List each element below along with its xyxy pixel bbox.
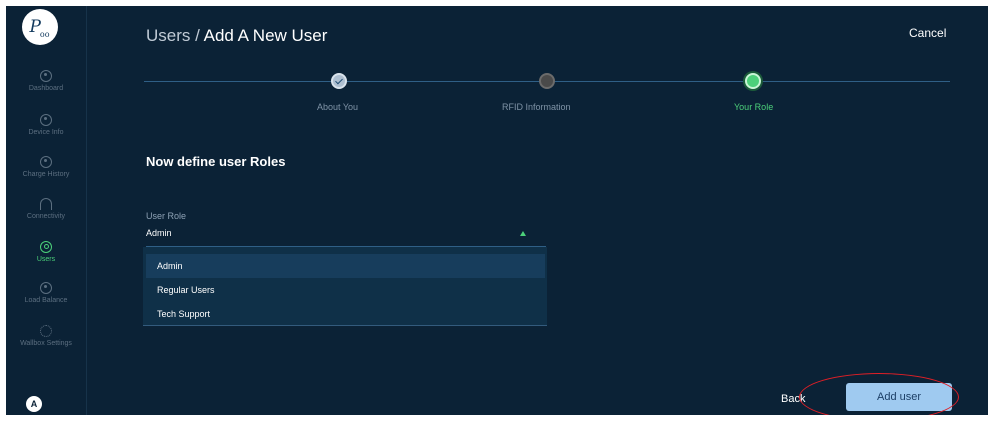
cancel-button[interactable]: Cancel (909, 26, 946, 40)
dropdown-option-tech-support[interactable]: Tech Support (146, 302, 545, 326)
chevron-up-icon (520, 231, 526, 236)
sidebar-item-label: Dashboard (28, 85, 64, 92)
sidebar-item-wallbox-settings[interactable]: Wallbox Settings (6, 325, 86, 347)
dropdown-option-regular-users[interactable]: Regular Users (146, 278, 545, 302)
sidebar-item-connectivity[interactable]: Connectivity (6, 198, 86, 220)
load-balance-icon (40, 282, 52, 294)
step-about-you-check-icon (331, 73, 347, 89)
info-icon (40, 114, 52, 126)
settings-icon (40, 325, 52, 337)
sidebar-item-dashboard[interactable]: Dashboard (6, 70, 86, 92)
sidebar-item-device-info[interactable]: Device Info (6, 114, 86, 136)
connectivity-icon (40, 198, 52, 210)
user-role-value: Admin (146, 228, 172, 238)
user-role-dropdown: Admin Regular Users Tech Support (143, 247, 547, 326)
brand-logo[interactable]: Poo (22, 9, 58, 45)
sidebar-item-label: Charge History (22, 171, 70, 178)
breadcrumb-separator: / (190, 26, 204, 45)
sidebar-item-label: Load Balance (24, 297, 68, 304)
sidebar-item-users[interactable]: Users (6, 241, 86, 263)
page-title: Users / Add A New User (146, 26, 327, 46)
sidebar-item-label: Device Info (28, 129, 64, 136)
dashboard-icon (40, 70, 52, 82)
app-window: Poo Dashboard Device Info Charge History… (6, 6, 988, 415)
sidebar-item-label: Users (36, 256, 56, 263)
breadcrumb-current: Add A New User (203, 26, 328, 45)
step-rfid-dot (539, 73, 555, 89)
step-rfid-label: RFID Information (502, 102, 571, 112)
user-role-label: User Role (146, 211, 187, 221)
add-user-button[interactable]: Add user (846, 383, 952, 411)
section-heading: Now define user Roles (146, 154, 286, 169)
users-icon (40, 241, 52, 253)
sidebar-item-label: Connectivity (26, 213, 66, 220)
sidebar-item-label: Wallbox Settings (20, 340, 72, 347)
breadcrumb-parent[interactable]: Users (146, 26, 190, 45)
back-button[interactable]: Back (781, 393, 805, 405)
logo-sub: oo (39, 30, 50, 39)
step-your-role-label: Your Role (734, 102, 774, 112)
step-about-you-label: About You (317, 102, 359, 112)
sidebar: Poo Dashboard Device Info Charge History… (6, 6, 87, 415)
user-role-select[interactable]: Admin (146, 224, 546, 247)
sidebar-item-charge-history[interactable]: Charge History (6, 156, 86, 178)
avatar[interactable]: A (26, 396, 42, 412)
dropdown-option-admin[interactable]: Admin (146, 254, 545, 278)
history-icon (40, 156, 52, 168)
step-your-role-dot (745, 73, 761, 89)
sidebar-item-load-balance[interactable]: Load Balance (6, 282, 86, 304)
